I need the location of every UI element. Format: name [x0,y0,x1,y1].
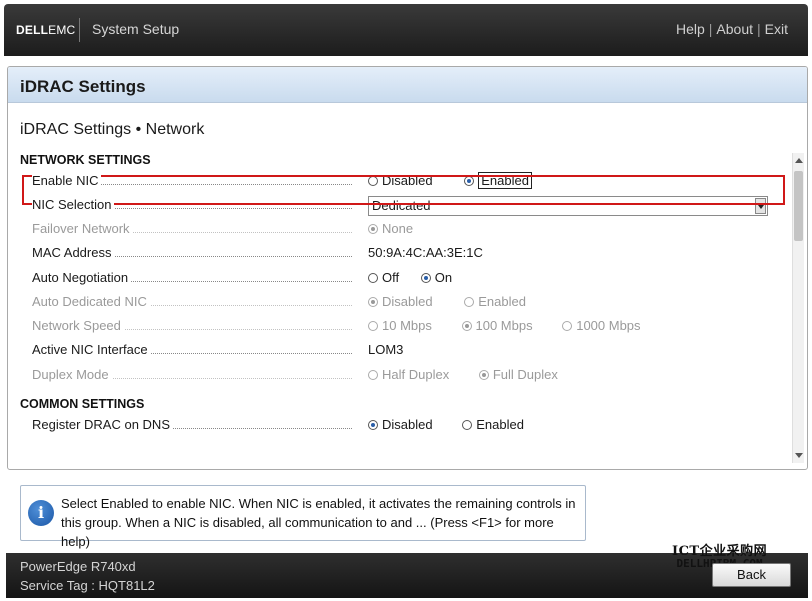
logo-light: EMC [48,23,76,37]
speed-100-radio: 100 Mbps [461,318,533,333]
panel-title: iDRAC Settings [20,77,146,96]
register-dns-enabled-radio[interactable]: Enabled [462,417,524,432]
help-box: i Select Enabled to enable NIC. When NIC… [20,485,586,549]
service-tag: Service Tag : HQT81L2 [20,578,155,593]
network-speed-label: Network Speed [32,318,352,334]
auto-negotiation-label: Auto Negotiation [32,270,352,286]
duplex-mode-label: Duplex Mode [32,367,352,383]
header-links: Help | About | Exit [676,21,788,37]
about-link[interactable]: About [716,21,753,37]
radio-icon [462,420,473,430]
full-duplex-radio: Full Duplex [478,367,558,382]
dell-emc-logo: DELLEMC [16,23,75,37]
mac-address-value: 50:9A:4C:AA:3E:1C [368,245,483,260]
half-duplex-radio: Half Duplex [368,367,449,382]
nic-selection-highlight [22,175,785,205]
top-bar: DELLEMC System Setup Help | About | Exit [4,4,808,56]
active-nic-interface-label: Active NIC Interface [32,342,352,358]
panel-header: iDRAC Settings [8,67,807,103]
common-settings-heading: COMMON SETTINGS [20,397,145,411]
active-nic-interface-row: Active NIC Interface LOM3 [20,339,790,361]
failover-network-label: Failover Network [32,221,352,237]
link-separator: | [708,21,713,37]
radio-selected-icon [420,273,431,283]
speed-10-radio: 10 Mbps [368,318,432,333]
auto-dedicated-enabled-radio: Enabled [464,294,526,309]
radio-selected-icon [368,297,378,307]
mac-address-row: MAC Address 50:9A:4C:AA:3E:1C [20,242,790,264]
failover-network-row: Failover Network None [20,218,790,240]
active-nic-interface-value: LOM3 [368,342,404,357]
radio-selected-icon [368,224,378,234]
help-link[interactable]: Help [676,21,705,37]
register-drac-dns-row: Register DRAC on DNS Disabled Enabled [20,414,790,436]
auto-dedicated-nic-label: Auto Dedicated NIC [32,294,352,310]
auto-negotiation-off-radio[interactable]: Off [368,270,399,285]
scroll-up-icon[interactable] [795,158,803,163]
header-divider [79,18,80,42]
register-dns-disabled-radio[interactable]: Disabled [368,417,433,432]
logo-bold: DELL [16,23,49,37]
radio-selected-icon [368,420,378,430]
auto-dedicated-nic-row: Auto Dedicated NIC Disabled Enabled [20,291,790,313]
speed-1000-radio: 1000 Mbps [562,318,641,333]
scroll-down-icon[interactable] [795,453,803,458]
back-button[interactable]: Back [712,563,791,587]
auto-negotiation-row: Auto Negotiation Off On [20,267,790,289]
auto-dedicated-disabled-radio: Disabled [368,294,433,309]
info-icon: i [28,500,54,526]
duplex-mode-row: Duplex Mode Half Duplex Full Duplex [20,364,790,386]
auto-negotiation-on-radio[interactable]: On [420,270,452,285]
network-settings-heading: NETWORK SETTINGS [20,153,151,167]
radio-icon [368,321,378,331]
register-drac-dns-label: Register DRAC on DNS [32,417,352,433]
radio-selected-icon [461,321,472,331]
system-model: PowerEdge R740xd [20,559,136,574]
radio-icon [368,370,378,380]
exit-link[interactable]: Exit [765,21,788,37]
radio-icon [368,273,378,283]
radio-icon [562,321,573,331]
vertical-scrollbar[interactable] [792,153,804,463]
help-text: Select Enabled to enable NIC. When NIC i… [61,496,576,549]
radio-selected-icon [478,370,489,380]
scroll-thumb[interactable] [794,171,803,241]
radio-icon [464,297,475,307]
app-title: System Setup [92,21,180,37]
failover-none-radio: None [368,221,413,236]
network-speed-row: Network Speed 10 Mbps 100 Mbps 1000 Mbps [20,315,790,337]
mac-address-label: MAC Address [32,245,352,261]
link-separator: | [757,21,761,37]
settings-panel: iDRAC Settings iDRAC Settings • Network … [7,66,808,470]
page-title: iDRAC Settings • Network [20,121,205,138]
